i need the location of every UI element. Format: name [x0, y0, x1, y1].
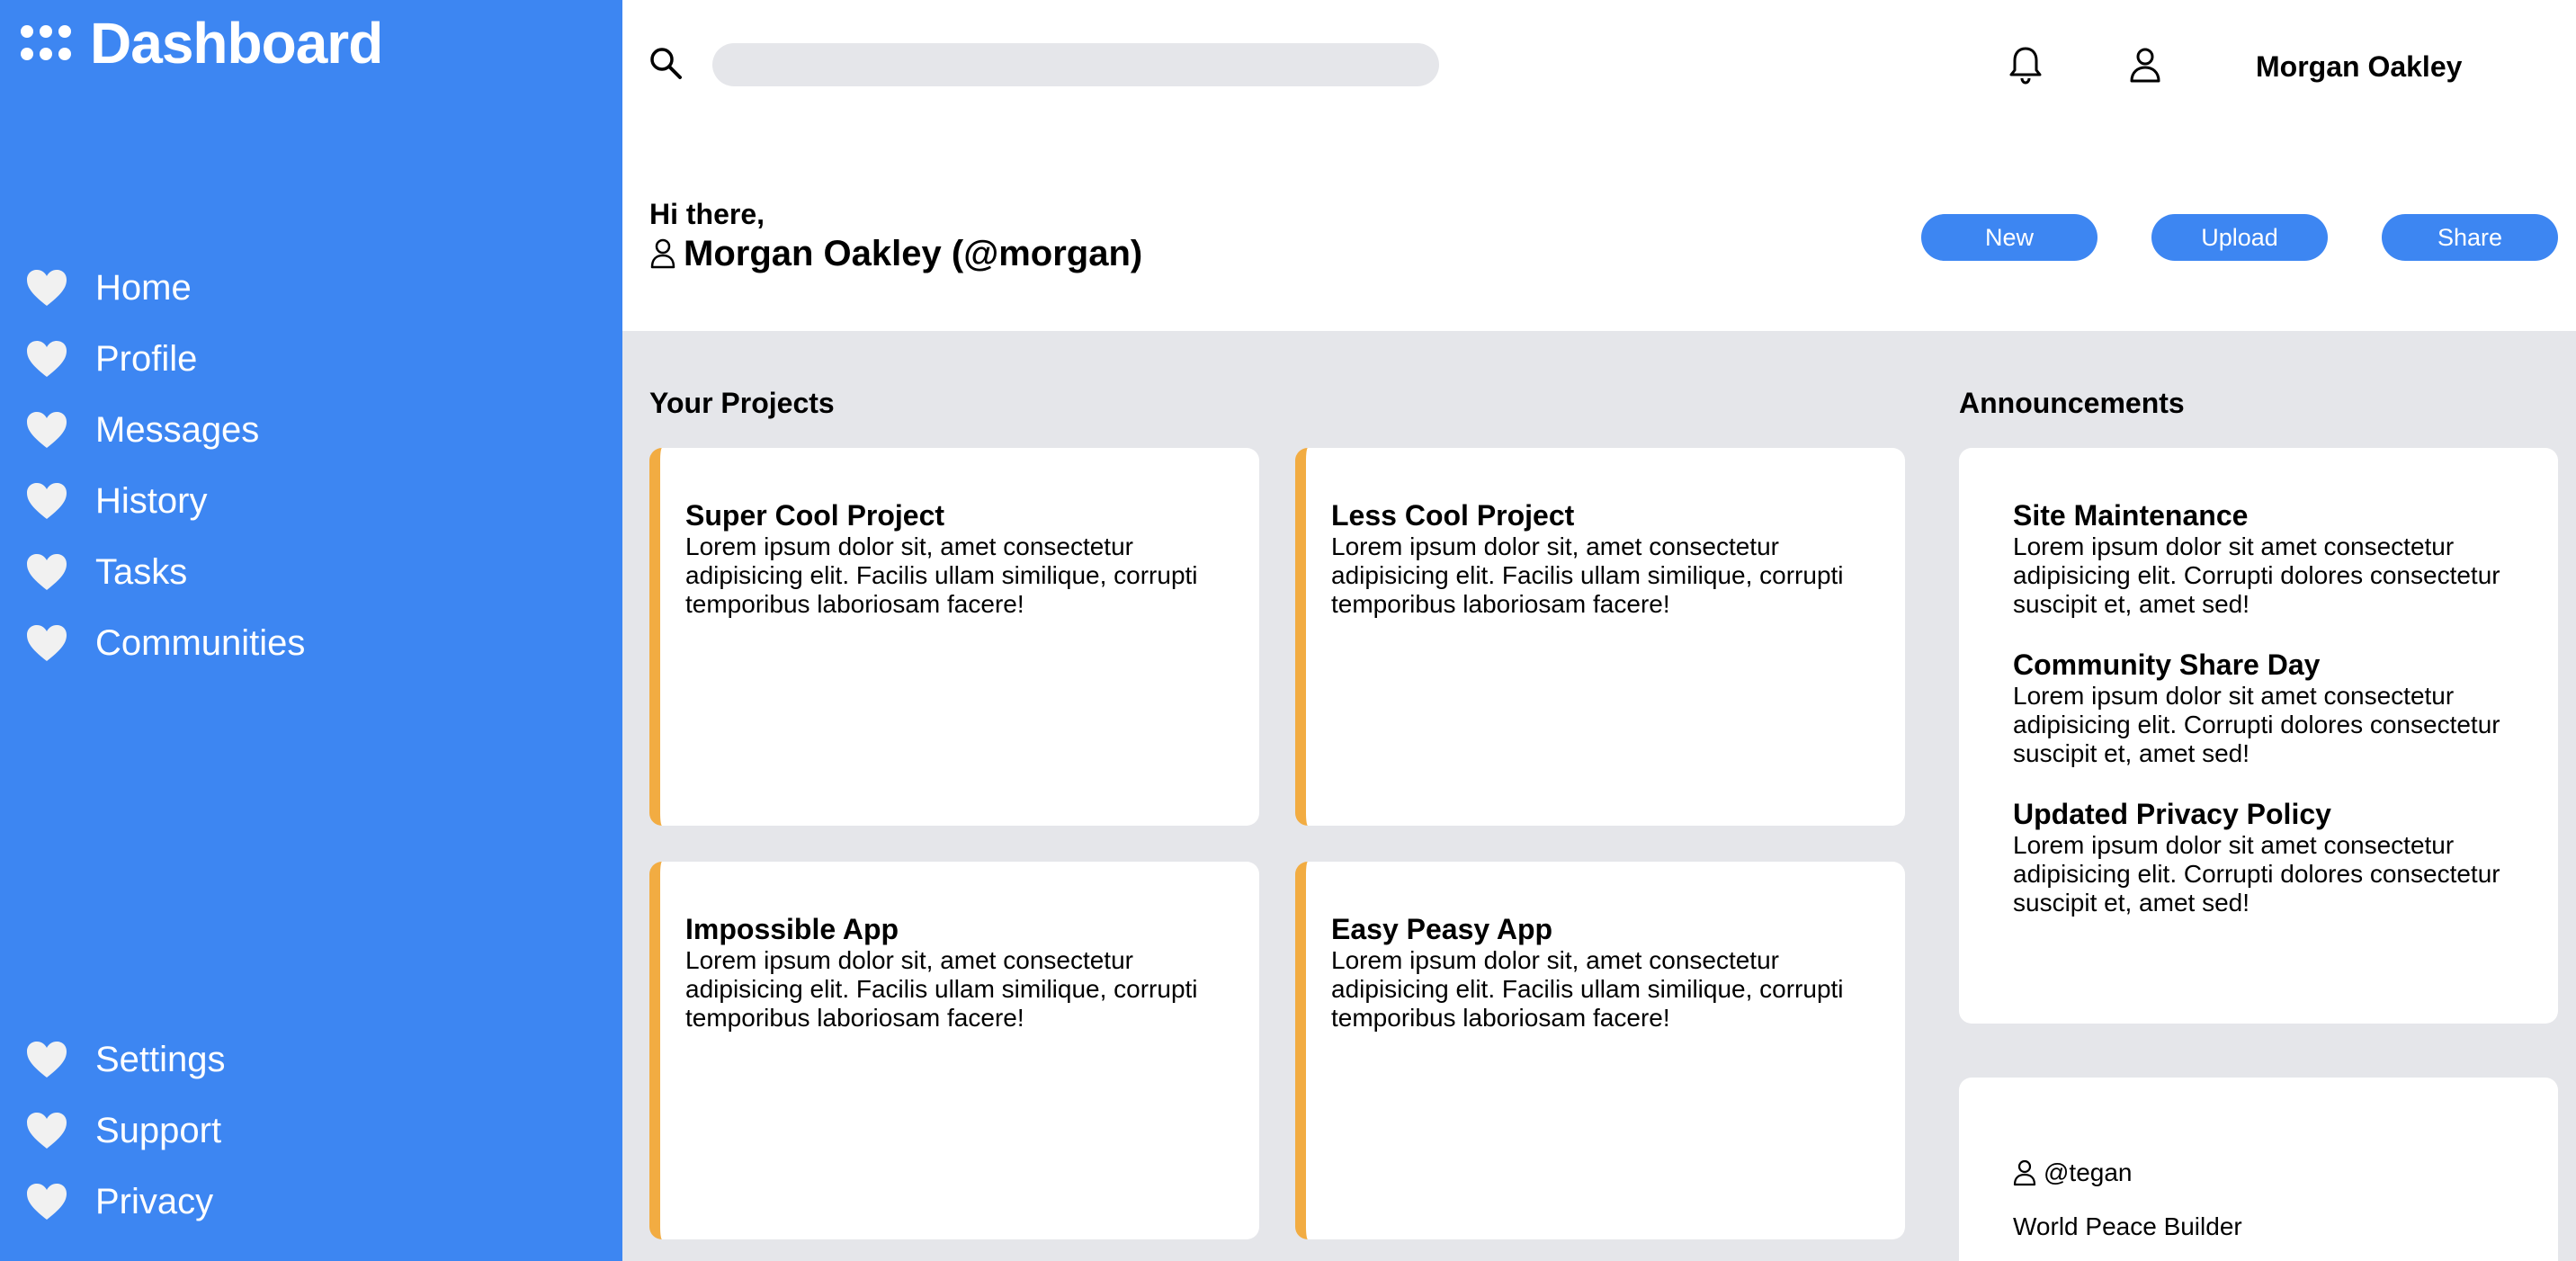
project-description: Lorem ipsum dolor sit, amet consectetur … [1331, 532, 1844, 618]
user-display-name: Morgan Oakley (@morgan) [684, 234, 1143, 273]
project-title: Impossible App [685, 913, 899, 945]
sidebar-item-home[interactable]: Home [25, 252, 305, 323]
announcement-text: Lorem ipsum dolor sit amet consectetur a… [2013, 831, 2500, 917]
heart-icon [27, 1183, 67, 1220]
announcement-item[interactable]: Community Share Day Lorem ipsum dolor si… [2013, 648, 2522, 768]
heart-icon [27, 482, 67, 519]
main-content: Morgan Oakley Hi there, Morgan Oakley (@… [622, 0, 2576, 1261]
user-icon [650, 238, 675, 269]
heart-icon [27, 624, 67, 661]
project-title: Super Cool Project [685, 499, 945, 532]
sidebar-item-label: Home [95, 267, 192, 308]
project-description: Lorem ipsum dolor sit, amet consectetur … [685, 532, 1198, 618]
new-button[interactable]: New [1921, 214, 2097, 261]
sidebar-item-label: Communities [95, 622, 306, 663]
project-title: Easy Peasy App [1331, 913, 1553, 945]
sidebar-item-label: Privacy [95, 1181, 214, 1221]
header: Morgan Oakley Hi there, Morgan Oakley (@… [622, 0, 2576, 331]
sidebar-item-label: Support [95, 1110, 222, 1150]
heart-icon [27, 411, 67, 448]
sidebar-item-messages[interactable]: Messages [25, 394, 305, 465]
sidebar-item-history[interactable]: History [25, 465, 305, 536]
sidebar-item-tasks[interactable]: Tasks [25, 536, 305, 607]
announcement-text: Lorem ipsum dolor sit amet consectetur a… [2013, 682, 2500, 767]
heart-icon [27, 1041, 67, 1078]
announcement-text: Lorem ipsum dolor sit amet consectetur a… [2013, 532, 2500, 618]
sidebar-item-settings[interactable]: Settings [25, 1024, 226, 1095]
user-card-handle: @tegan [2044, 1158, 2133, 1186]
heart-icon [27, 340, 67, 377]
sidebar-item-privacy[interactable]: Privacy [25, 1166, 226, 1237]
user-card[interactable]: @tegan World Peace Builder [1959, 1078, 2558, 1261]
projects-heading: Your Projects [649, 387, 835, 419]
sidebar-item-label: Messages [95, 409, 260, 450]
announcement-item[interactable]: Site Maintenance Lorem ipsum dolor sit a… [2013, 498, 2522, 619]
announcement-item[interactable]: Updated Privacy Policy Lorem ipsum dolor… [2013, 797, 2522, 917]
sidebar-nav: Home Profile Messages History Tasks Comm… [25, 252, 305, 678]
brand[interactable]: Dashboard [20, 7, 383, 79]
user-icon[interactable] [2128, 47, 2162, 83]
announcements-card: Site Maintenance Lorem ipsum dolor sit a… [1959, 448, 2558, 1024]
dashboard-app: Dashboard Home Profile Messages History … [0, 0, 2576, 1261]
announcement-title: Updated Privacy Policy [2013, 798, 2331, 830]
project-description: Lorem ipsum dolor sit, amet consectetur … [685, 946, 1198, 1032]
sidebar-item-label: Tasks [95, 551, 188, 592]
announcement-title: Site Maintenance [2013, 499, 2249, 532]
bell-icon[interactable] [2008, 45, 2044, 85]
project-card[interactable]: Easy Peasy App Lorem ipsum dolor sit, am… [1295, 862, 1905, 1239]
share-button[interactable]: Share [2382, 214, 2558, 261]
upload-button[interactable]: Upload [2151, 214, 2328, 261]
announcements-heading: Announcements [1959, 387, 2185, 419]
user-card-role: World Peace Builder [2013, 1212, 2242, 1240]
user-identity: Morgan Oakley (@morgan) [649, 230, 1142, 277]
sidebar-item-label: Settings [95, 1039, 226, 1079]
sidebar-item-support[interactable]: Support [25, 1095, 226, 1166]
heart-icon [27, 1112, 67, 1149]
project-card[interactable]: Super Cool Project Lorem ipsum dolor sit… [649, 448, 1259, 826]
project-description: Lorem ipsum dolor sit, amet consectetur … [1331, 946, 1844, 1032]
sidebar: Dashboard Home Profile Messages History … [0, 0, 622, 1261]
user-icon [2013, 1159, 2036, 1186]
announcement-title: Community Share Day [2013, 648, 2321, 681]
user-card-identity: @tegan [2013, 1157, 2522, 1189]
heart-icon [27, 269, 67, 306]
app-grid-icon [21, 25, 71, 60]
header-username[interactable]: Morgan Oakley [2256, 49, 2462, 85]
sidebar-bottom-nav: Settings Support Privacy [25, 1024, 226, 1237]
project-card[interactable]: Impossible App Lorem ipsum dolor sit, am… [649, 862, 1259, 1239]
sidebar-item-label: Profile [95, 338, 198, 379]
greeting-text: Hi there, [649, 198, 765, 230]
app-title: Dashboard [90, 11, 383, 76]
sidebar-item-communities[interactable]: Communities [25, 607, 305, 678]
sidebar-item-label: History [95, 480, 208, 521]
heart-icon [27, 553, 67, 590]
project-card[interactable]: Less Cool Project Lorem ipsum dolor sit,… [1295, 448, 1905, 826]
sidebar-item-profile[interactable]: Profile [25, 323, 305, 394]
search-icon[interactable] [648, 45, 684, 81]
project-title: Less Cool Project [1331, 499, 1575, 532]
search-input[interactable] [712, 43, 1439, 86]
